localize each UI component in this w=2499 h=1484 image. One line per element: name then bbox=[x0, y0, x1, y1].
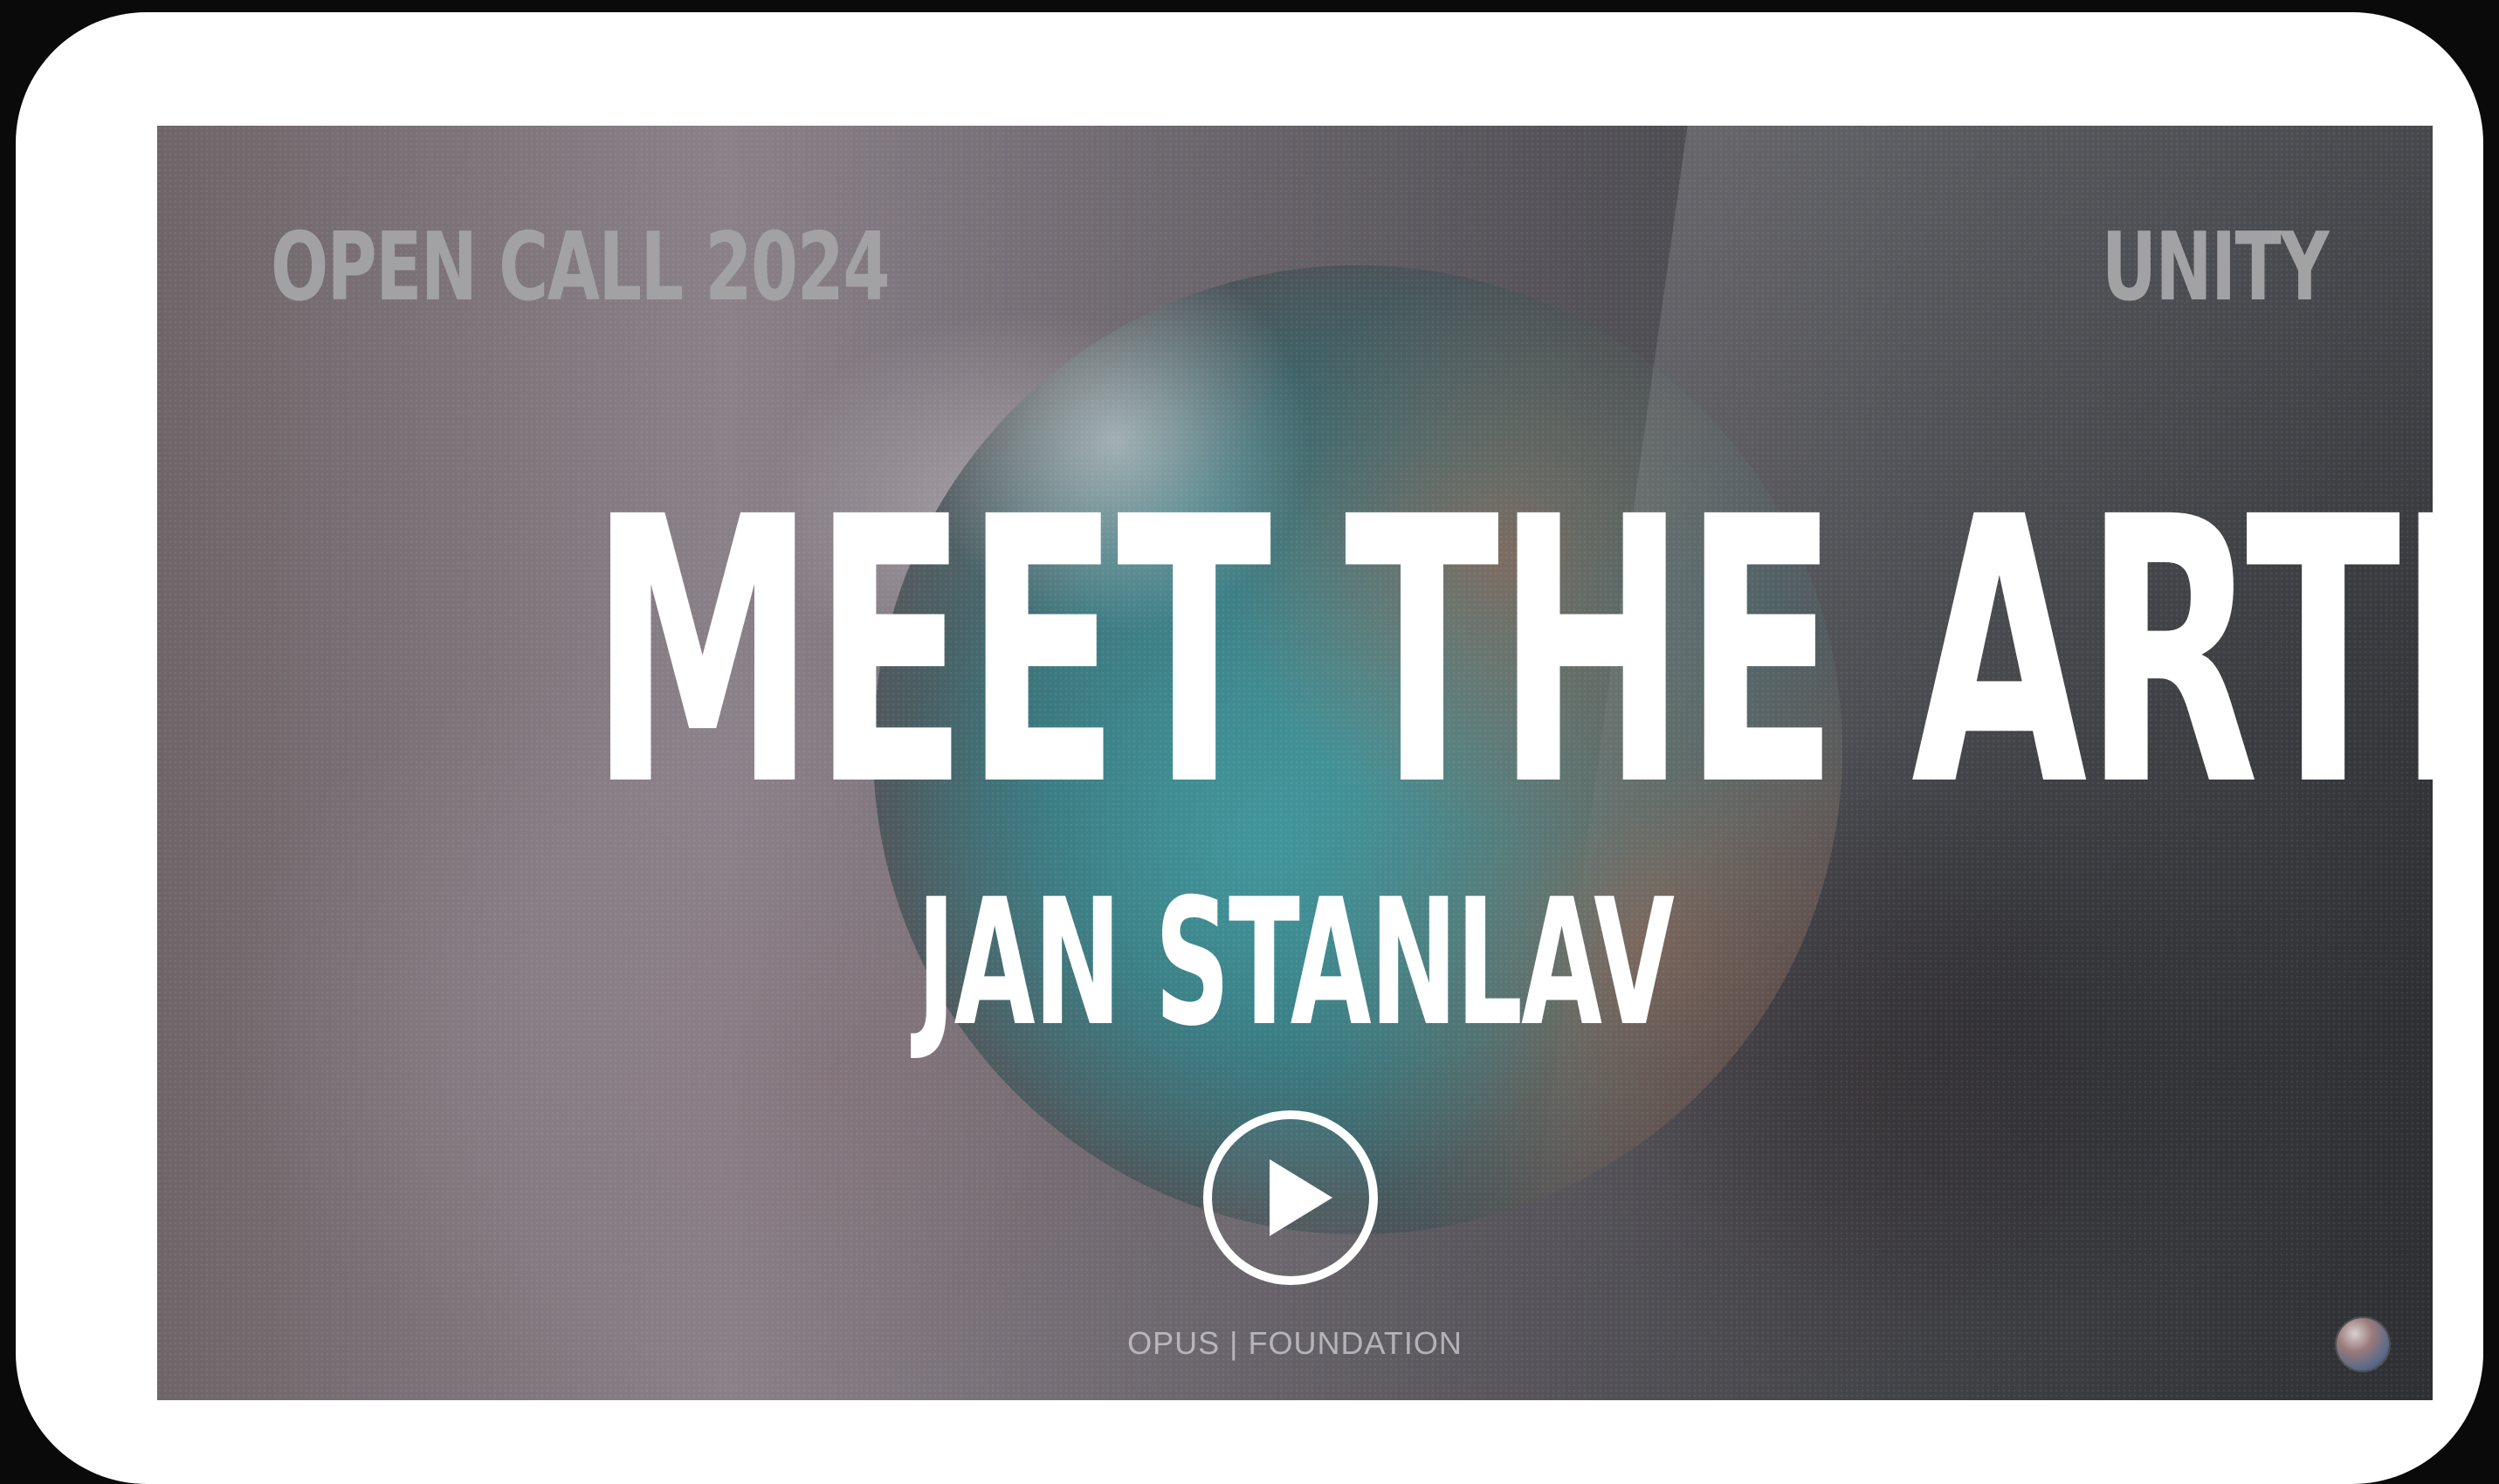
planet-logo-icon bbox=[2337, 1318, 2389, 1371]
open-call-label: OPEN CALL 2024 bbox=[271, 213, 890, 322]
theme-label: UNITY bbox=[2101, 213, 2330, 322]
video-player[interactable]: OPEN CALL 2024 UNITY MEET THE ARTIST JAN… bbox=[157, 126, 2433, 1400]
play-icon bbox=[1270, 1159, 1332, 1236]
foundation-brand: OPUS | FOUNDATION bbox=[1127, 1325, 1463, 1361]
page-background: OPEN CALL 2024 UNITY MEET THE ARTIST JAN… bbox=[0, 0, 2499, 1484]
headline: MEET THE ARTIST bbox=[589, 440, 2433, 867]
artist-name: JAN STANLAV bbox=[916, 862, 1675, 1065]
play-button[interactable] bbox=[1203, 1110, 1378, 1285]
video-card: OPEN CALL 2024 UNITY MEET THE ARTIST JAN… bbox=[16, 12, 2483, 1484]
